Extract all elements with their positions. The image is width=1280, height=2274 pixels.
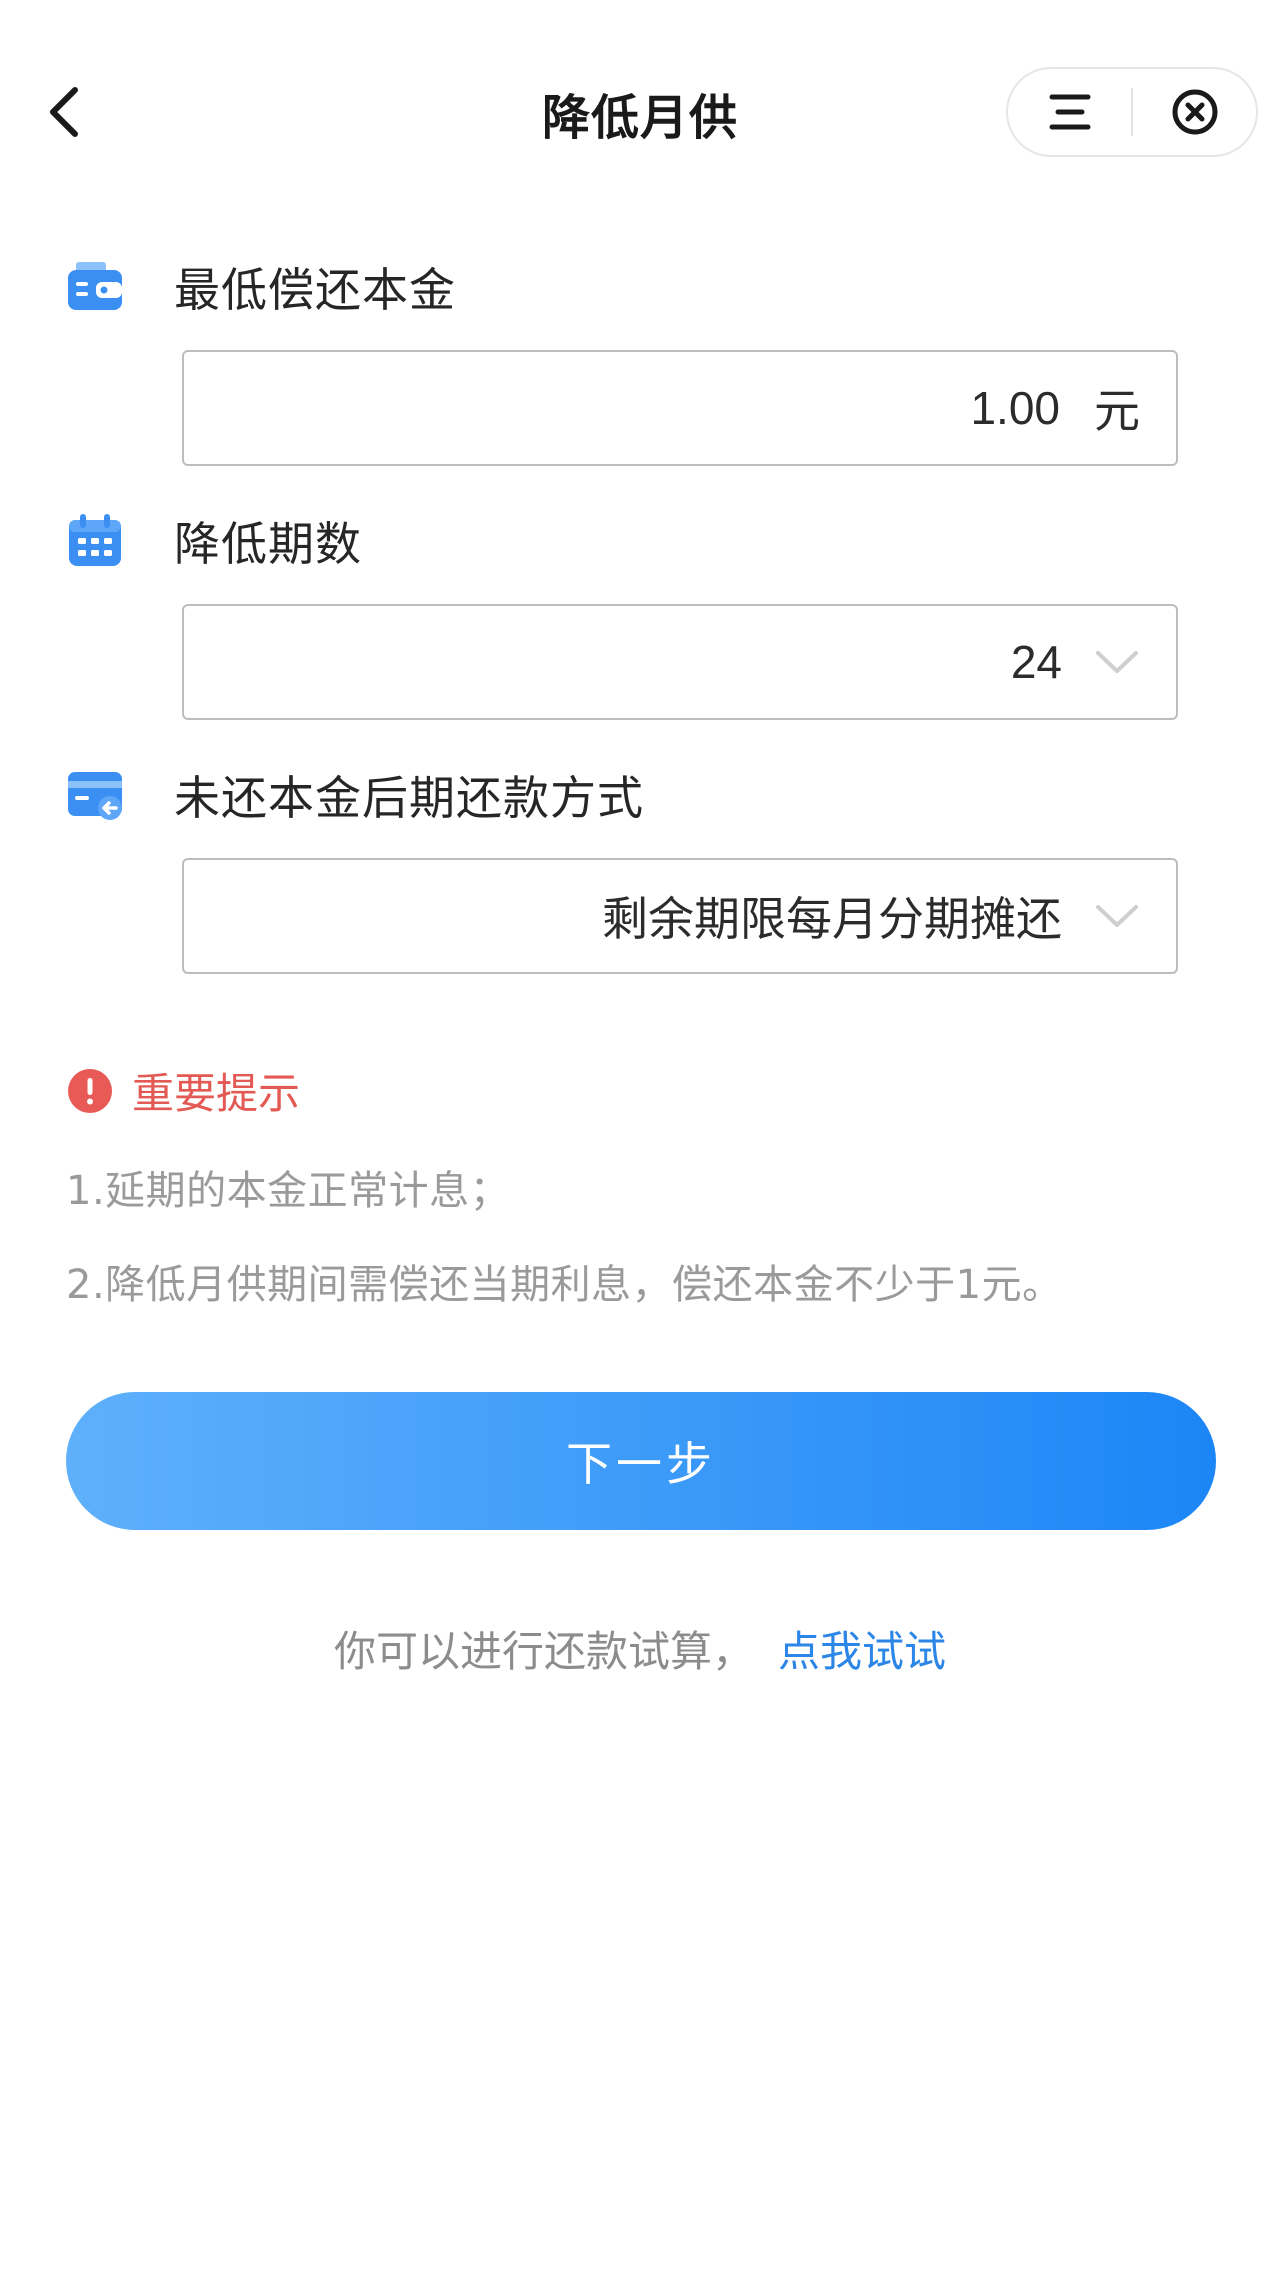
close-button[interactable] bbox=[1133, 69, 1256, 155]
periods-label-row: 降低期数 bbox=[66, 508, 362, 574]
next-button[interactable]: 下一步 bbox=[66, 1392, 1216, 1530]
periods-select[interactable]: 24 bbox=[182, 604, 1178, 720]
periods-value: 24 bbox=[1010, 636, 1062, 688]
principal-label: 最低偿还本金 bbox=[174, 263, 456, 317]
principal-label-row: 最低偿还本金 bbox=[66, 254, 456, 320]
principal-value: 1.00 bbox=[970, 382, 1060, 434]
chevron-down-icon bbox=[1094, 901, 1140, 931]
principal-input[interactable]: 1.00 元 bbox=[182, 350, 1178, 466]
chevron-down-icon bbox=[1094, 647, 1140, 677]
notice-header: 重要提示 bbox=[66, 1060, 300, 1121]
notice-line-1: 1.延期的本金正常计息； bbox=[66, 1168, 511, 1214]
menu-icon bbox=[1049, 94, 1090, 130]
wallet-icon bbox=[66, 258, 124, 316]
close-circle-icon bbox=[1172, 89, 1217, 135]
menu-button[interactable] bbox=[1008, 69, 1131, 155]
repay-method-value: 剩余期限每月分期摊还 bbox=[602, 893, 1062, 945]
warning-icon bbox=[68, 1068, 112, 1113]
hint-text: 你可以进行还款试算， bbox=[333, 1627, 754, 1676]
card-return-icon bbox=[66, 766, 124, 824]
calendar-icon bbox=[66, 512, 124, 570]
mini-program-capsule bbox=[1006, 67, 1258, 157]
repay-method-label-row: 未还本金后期还款方式 bbox=[66, 762, 644, 828]
principal-unit: 元 bbox=[1094, 384, 1140, 438]
notice-line-2: 2.降低月供期间需偿还当期利息，偿还本金不少于1元。 bbox=[66, 1262, 1063, 1308]
repay-method-select[interactable]: 剩余期限每月分期摊还 bbox=[182, 858, 1178, 974]
try-calc-link[interactable]: 点我试试 bbox=[778, 1627, 946, 1676]
periods-label: 降低期数 bbox=[174, 517, 362, 571]
next-button-label: 下一步 bbox=[566, 1437, 716, 1491]
notice-title: 重要提示 bbox=[132, 1069, 301, 1118]
repay-method-label: 未还本金后期还款方式 bbox=[174, 771, 644, 825]
trial-calc-hint: 你可以进行还款试算， 点我试试 bbox=[0, 1618, 1280, 1679]
